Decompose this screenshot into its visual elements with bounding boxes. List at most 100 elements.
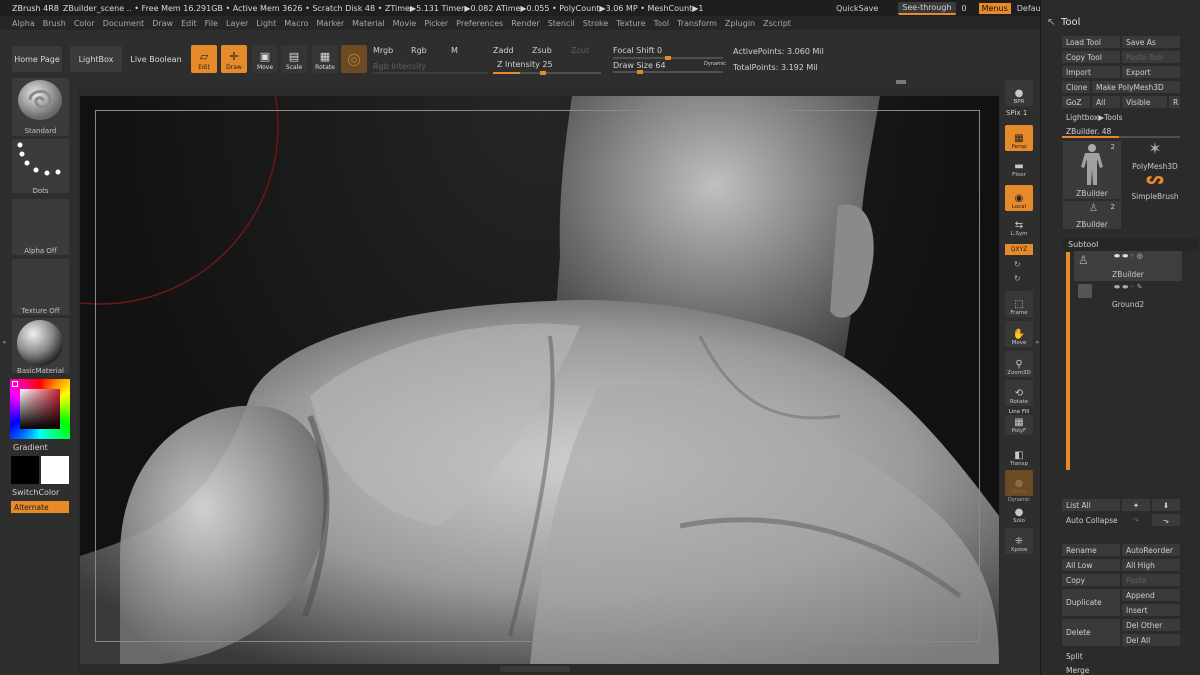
paste-tool-button[interactable]: Paste Tool	[1122, 51, 1180, 63]
tool-palette-header[interactable]: ↖ Tool	[1041, 14, 1200, 30]
append-button[interactable]: Append	[1122, 589, 1180, 601]
rotate-y-icon[interactable]: ↻	[1014, 260, 1021, 269]
shelf-scroll-handle[interactable]	[896, 80, 906, 84]
subtool-header[interactable]: Subtool	[1062, 238, 1198, 251]
polyf-button[interactable]: ▦ PolyF	[1005, 415, 1033, 435]
menu-draw[interactable]: Draw	[148, 19, 177, 28]
xyz-button[interactable]: QXYZ	[1005, 244, 1033, 255]
delete-button[interactable]: Delete	[1062, 619, 1120, 646]
z-intensity-knob[interactable]	[540, 71, 546, 75]
zbuilder-slider-track[interactable]	[1062, 136, 1180, 138]
clone-button[interactable]: Clone	[1062, 81, 1090, 93]
list-all-button[interactable]: List All	[1062, 499, 1120, 511]
simplebrush-thumbnail[interactable]: ᔕ SimpleBrush	[1127, 169, 1183, 201]
copy-tool-button[interactable]: Copy Tool	[1062, 51, 1120, 63]
arrow-down-icon[interactable]: ⬎	[1152, 514, 1180, 526]
spix-slider[interactable]: SPix 1	[1006, 109, 1027, 117]
menu-preferences[interactable]: Preferences	[452, 19, 507, 28]
auto-collapse-button[interactable]: Auto Collapse	[1062, 514, 1120, 526]
menu-light[interactable]: Light	[252, 19, 280, 28]
main-color-swatch[interactable]	[11, 456, 39, 484]
m-button[interactable]: M	[451, 46, 458, 55]
document-canvas[interactable]	[80, 96, 999, 664]
dynamic-toggle[interactable]: Dynamic	[704, 61, 726, 67]
zbuilder-thumbnail[interactable]: 2 ZBuilder	[1063, 141, 1121, 199]
draw-size-knob[interactable]	[637, 70, 643, 74]
del-other-button[interactable]: Del Other	[1122, 619, 1180, 631]
export-button[interactable]: Export	[1122, 66, 1180, 78]
alternate-button[interactable]: Alternate	[11, 501, 69, 513]
duplicate-button[interactable]: Duplicate	[1062, 589, 1120, 616]
solo-button[interactable]: ● Solo	[1005, 503, 1033, 525]
menu-brush[interactable]: Brush	[39, 19, 70, 28]
rgb-button[interactable]: Rgb	[411, 46, 427, 55]
frame-button[interactable]: ⬚ Frame	[1005, 291, 1033, 317]
quicksave-button[interactable]: QuickSave	[836, 4, 878, 13]
persp-button[interactable]: ▦ Persp	[1005, 125, 1033, 151]
copy-button[interactable]: Copy	[1062, 574, 1120, 586]
paste-button[interactable]: Paste	[1122, 574, 1180, 586]
move-up-icon[interactable]: ✦	[1122, 499, 1150, 511]
focal-shift-track[interactable]	[613, 56, 723, 60]
move-button[interactable]: ▣ Move	[252, 45, 278, 73]
menu-color[interactable]: Color	[70, 19, 99, 28]
polymesh3d-thumbnail[interactable]: ✶ PolyMesh3D	[1127, 139, 1183, 171]
subtool-ground2-toggles[interactable]: ⬬ ⬬ ◦ ✎	[1114, 283, 1143, 292]
rotate-z-icon[interactable]: ↻	[1014, 274, 1021, 283]
make-polymesh-button[interactable]: Make PolyMesh3D	[1092, 81, 1180, 93]
all-button[interactable]: All	[1092, 96, 1120, 108]
zoom3d-button[interactable]: ⚲ Zoom3D	[1005, 351, 1033, 377]
scale-button[interactable]: ▤ Scale	[281, 45, 307, 73]
subtool-item-ground2[interactable]: ⬬ ⬬ ◦ ✎ Ground2	[1074, 282, 1182, 312]
color-picker[interactable]	[10, 379, 70, 439]
bpr-button[interactable]: ● BPR	[1005, 80, 1033, 106]
lightbox-button[interactable]: LightBox	[70, 46, 122, 72]
home-page-button[interactable]: Home Page	[12, 46, 62, 72]
menu-document[interactable]: Document	[99, 19, 148, 28]
all-low-button[interactable]: All Low	[1062, 559, 1120, 571]
subtool-zbuilder-toggles[interactable]: ⬬ ⬬ ◦ ◎	[1114, 252, 1143, 261]
floor-button[interactable]: ▬ Floor	[1005, 153, 1033, 179]
load-tool-button[interactable]: Load Tool	[1062, 36, 1120, 48]
visible-button[interactable]: Visible	[1122, 96, 1167, 108]
menu-material[interactable]: Material	[348, 19, 389, 28]
menu-picker[interactable]: Picker	[420, 19, 452, 28]
focal-shift-slider[interactable]: Focal Shift 0	[613, 46, 662, 55]
transp-button[interactable]: ◧ Transp	[1005, 442, 1033, 468]
merge-button[interactable]: Merge	[1062, 664, 1120, 675]
menus-toggle[interactable]: Menus	[978, 2, 1011, 14]
mrgb-button[interactable]: Mrgb	[373, 46, 393, 55]
zbuilder-small-thumbnail[interactable]: ♙ 2 ZBuilder	[1063, 201, 1121, 229]
stroke-button[interactable]	[12, 139, 69, 193]
rotate-button[interactable]: ▦ Rotate	[312, 45, 338, 73]
menu-stroke[interactable]: Stroke	[579, 19, 613, 28]
canvas-scroll-handle[interactable]	[500, 666, 570, 672]
all-high-button[interactable]: All High	[1122, 559, 1180, 571]
move-view-button[interactable]: ✋ Move	[1005, 321, 1033, 347]
rename-button[interactable]: Rename	[1062, 544, 1120, 556]
subtool-scrollbar[interactable]	[1066, 252, 1070, 470]
color-mode-button[interactable]: ◎	[341, 45, 367, 73]
xpose-button[interactable]: ⁜ Xpose	[1005, 528, 1033, 554]
ghost-button[interactable]: ● Ghost	[1005, 470, 1033, 496]
menu-texture[interactable]: Texture	[612, 19, 649, 28]
see-through-slider[interactable]: See-through	[898, 1, 956, 15]
collapse-left-icon[interactable]: ◂	[2, 338, 6, 346]
menu-file[interactable]: File	[201, 19, 222, 28]
rgb-intensity-slider[interactable]: Rgb Intensity	[373, 62, 426, 71]
z-intensity-slider[interactable]: Z Intensity 25	[497, 60, 553, 69]
move-down-icon[interactable]: ⬇	[1152, 499, 1180, 511]
goz-button[interactable]: GoZ	[1062, 96, 1090, 108]
local-button[interactable]: ◉ Local	[1005, 185, 1033, 211]
secondary-color-swatch[interactable]	[41, 456, 69, 484]
menu-movie[interactable]: Movie	[389, 19, 421, 28]
rotate-view-button[interactable]: ⟲ Rotate	[1005, 380, 1033, 406]
gradient-toggle[interactable]: Gradient	[13, 443, 48, 452]
switch-color-button[interactable]: SwitchColor	[12, 488, 59, 497]
menu-tool[interactable]: Tool	[650, 19, 674, 28]
menu-edit[interactable]: Edit	[177, 19, 201, 28]
lightbox-tools-button[interactable]: Lightbox▶Tools	[1062, 111, 1180, 123]
zadd-button[interactable]: Zadd	[493, 46, 514, 55]
z-intensity-track[interactable]	[493, 71, 601, 75]
r-button[interactable]: R	[1169, 96, 1180, 108]
